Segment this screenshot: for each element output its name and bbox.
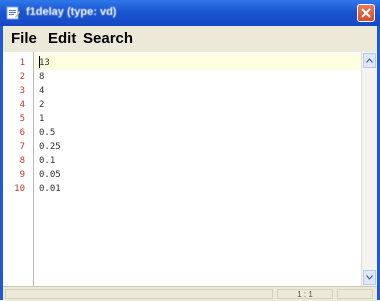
cursor-position: 1 : 1 xyxy=(277,289,333,299)
line-number: 5 xyxy=(19,114,25,124)
current-line-highlight xyxy=(34,54,361,70)
line-number-gutter: 1 2 3 4 5 6 7 8 9 10 xyxy=(3,52,34,286)
text-line[interactable]: 8 xyxy=(39,70,44,84)
menu-search[interactable]: Search xyxy=(83,30,133,47)
line-number: 4 xyxy=(19,100,25,110)
line-number: 1 xyxy=(19,58,25,68)
scroll-down-button[interactable] xyxy=(363,270,376,285)
text-line[interactable]: 0.1 xyxy=(39,154,55,168)
window-title: f1delay (type: vd) xyxy=(26,6,117,18)
status-message-pane xyxy=(5,289,273,299)
status-bar: 1 : 1 xyxy=(3,286,377,301)
close-icon xyxy=(361,8,371,18)
line-number: 7 xyxy=(19,142,25,152)
menu-edit[interactable]: Edit xyxy=(48,30,76,47)
scroll-up-arrow-icon xyxy=(366,58,373,63)
text-editor[interactable]: 1 2 3 4 5 6 7 8 9 10 13 8 4 2 1 0.5 0.25… xyxy=(3,52,377,286)
text-line[interactable]: 0.05 xyxy=(39,168,61,182)
menu-bar: File Edit Search xyxy=(3,26,377,52)
title-bar[interactable]: f1delay (type: vd) xyxy=(0,0,380,26)
line-number: 3 xyxy=(19,86,25,96)
menu-file[interactable]: File xyxy=(11,30,37,47)
line-number: 8 xyxy=(19,156,25,166)
text-line[interactable]: 0.01 xyxy=(39,182,61,196)
text-line[interactable]: 1 xyxy=(39,112,44,126)
text-caret xyxy=(39,56,40,68)
line-number: 10 xyxy=(14,184,25,194)
text-line[interactable]: 2 xyxy=(39,98,44,112)
close-button[interactable] xyxy=(357,4,375,22)
line-number: 2 xyxy=(19,72,25,82)
text-line[interactable]: 13 xyxy=(39,56,50,70)
status-extra-pane xyxy=(337,289,373,299)
vertical-scrollbar[interactable] xyxy=(361,52,377,286)
line-number: 6 xyxy=(19,128,25,138)
scroll-down-arrow-icon xyxy=(366,275,373,280)
text-line[interactable]: 0.25 xyxy=(39,140,61,154)
line-number: 9 xyxy=(19,170,25,180)
text-line[interactable]: 4 xyxy=(39,84,44,98)
text-line[interactable]: 0.5 xyxy=(39,126,55,140)
editor-window: f1delay (type: vd) File Edit Search 1 2 … xyxy=(0,0,380,301)
scroll-up-button[interactable] xyxy=(363,53,376,68)
document-edit-icon xyxy=(6,6,20,20)
